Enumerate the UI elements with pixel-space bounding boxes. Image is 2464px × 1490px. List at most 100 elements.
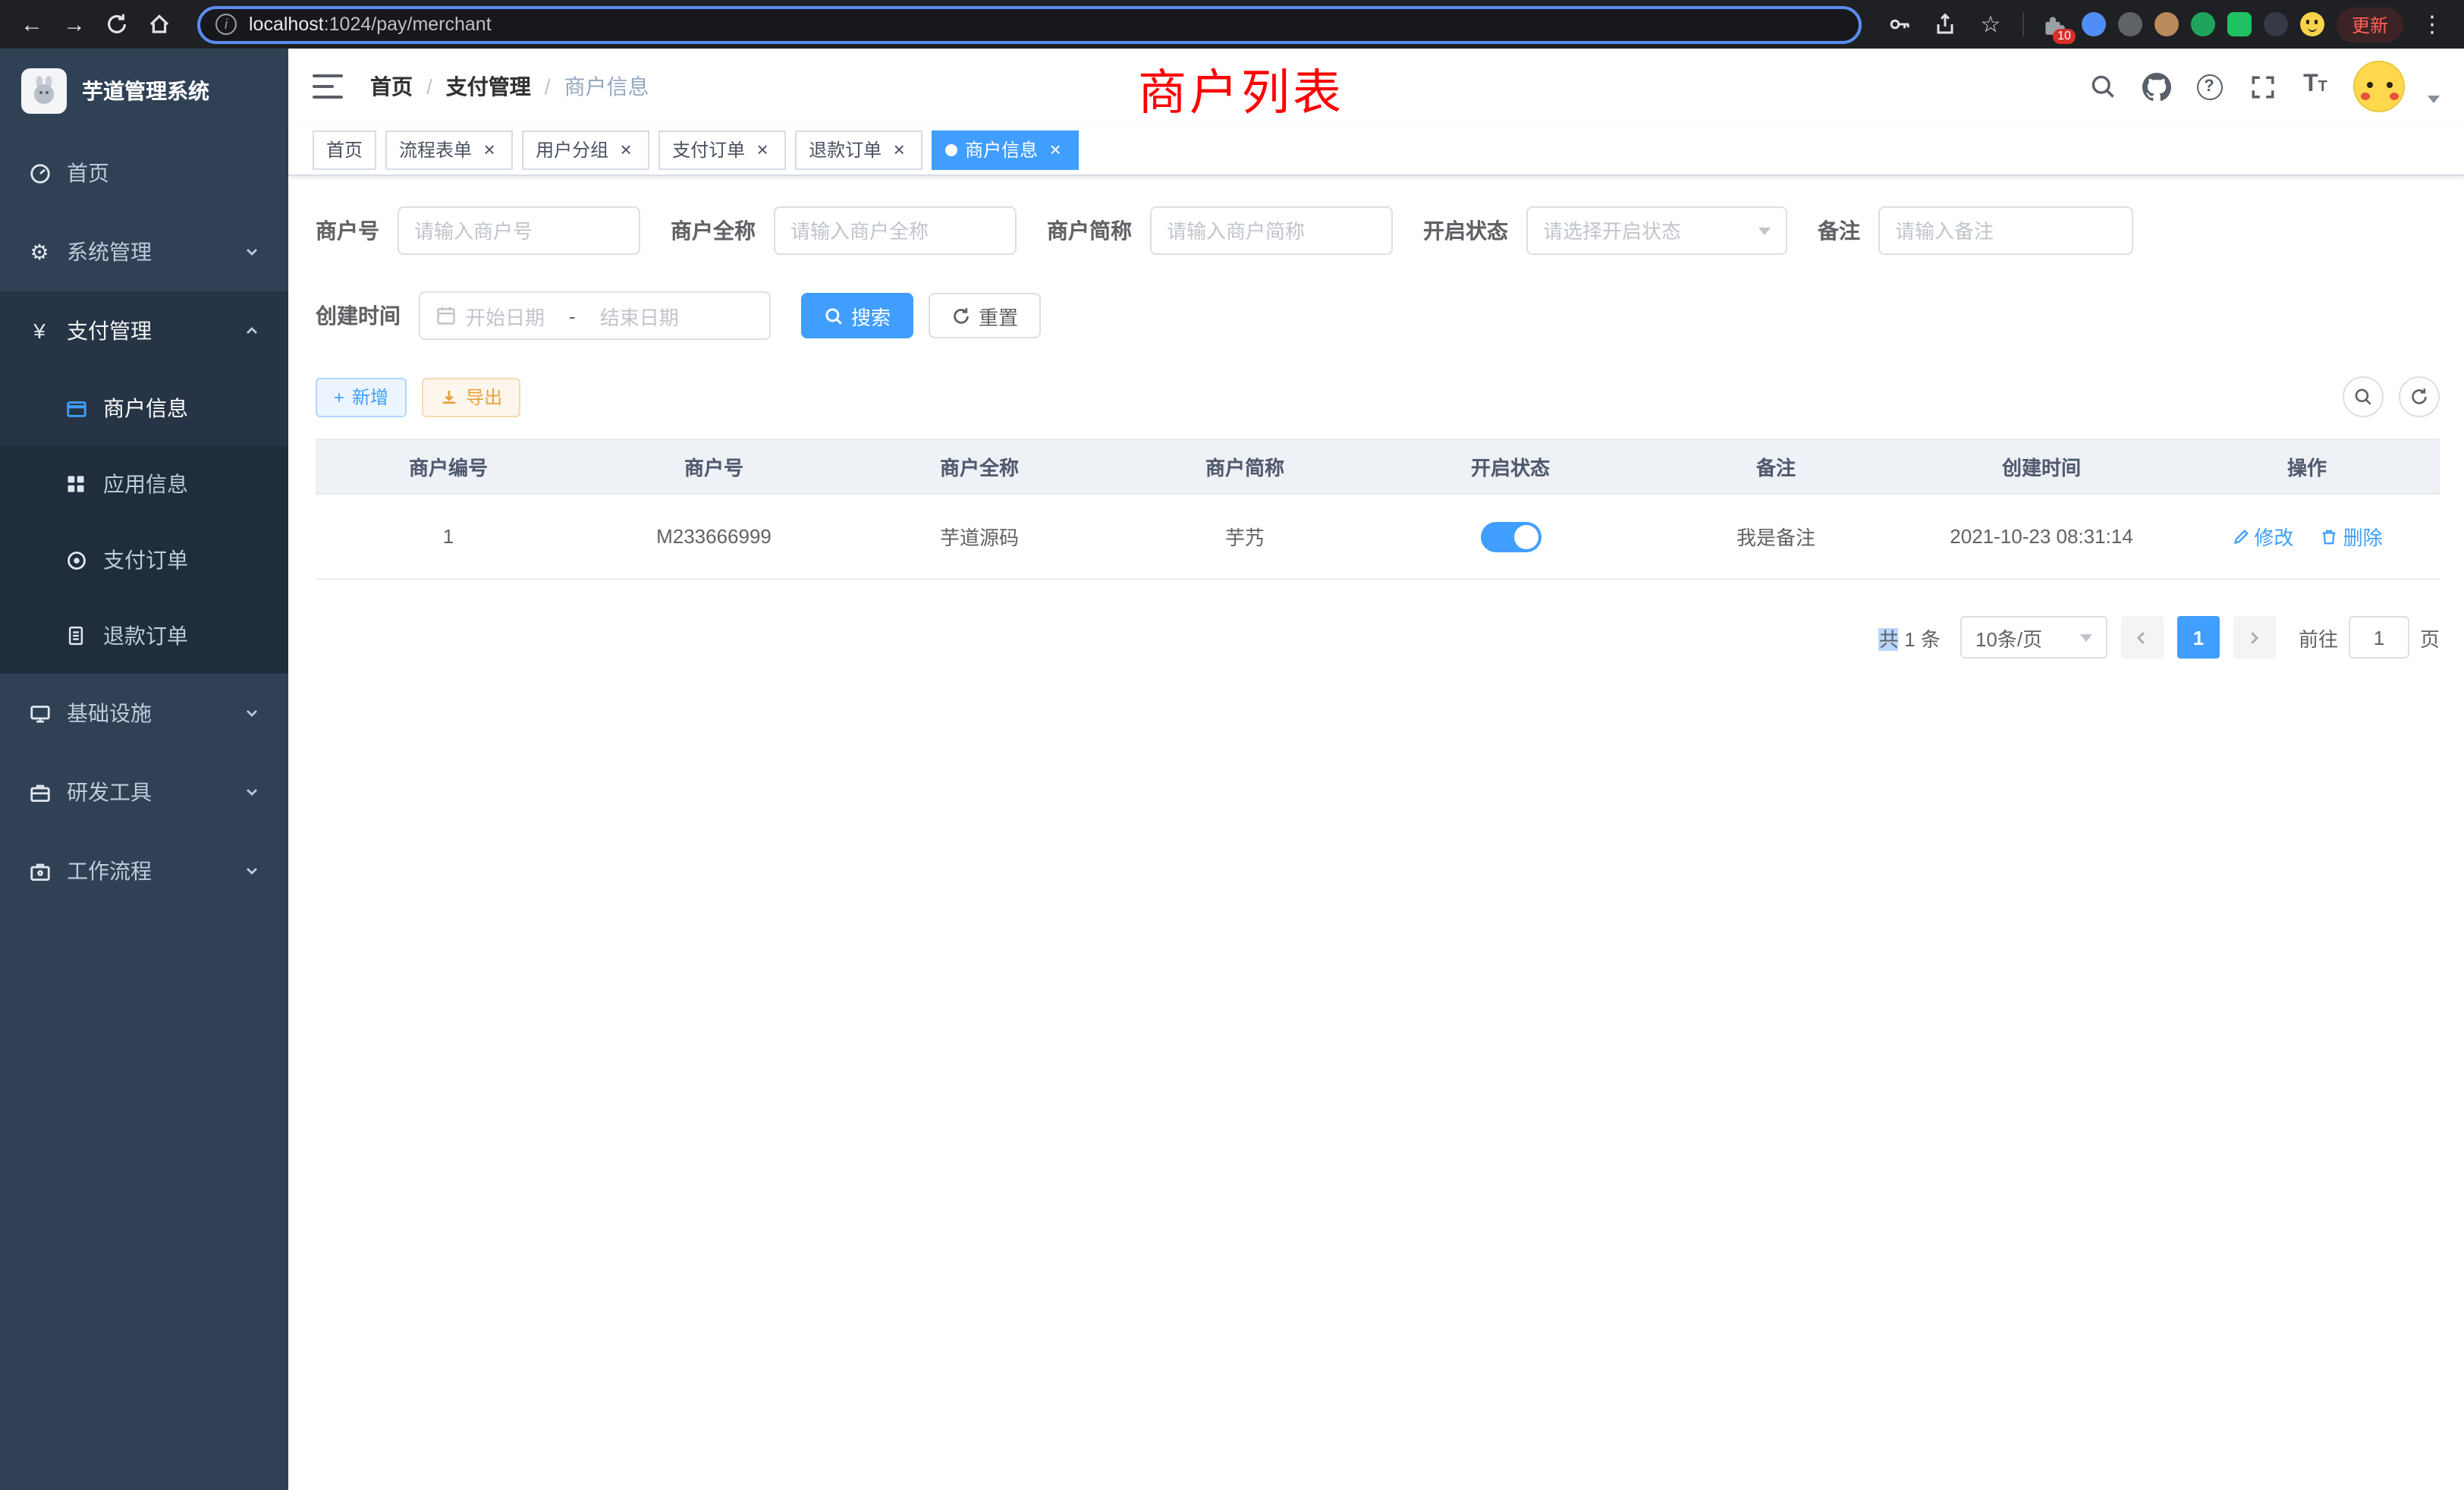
tag-tabbar: 首页 流程表单× 用户分组× 支付订单× 退款订单× 商户信息×	[288, 124, 2464, 176]
sidebar-item-system[interactable]: ⚙ 系统管理	[0, 212, 288, 291]
font-size-icon[interactable]: TT	[2300, 71, 2330, 102]
close-icon[interactable]: ×	[616, 140, 636, 159]
reset-button[interactable]: 重置	[929, 293, 1041, 338]
cell-status	[1378, 494, 1643, 579]
sidebar-item-dev-tools[interactable]: 研发工具	[0, 753, 288, 831]
merchant-short-input-field[interactable]	[1167, 219, 1376, 242]
target-icon	[64, 549, 88, 571]
status-toggle[interactable]	[1480, 521, 1541, 552]
cell-short-name: 芋艿	[1112, 494, 1378, 579]
sidebar-item-refund-order[interactable]: 退款订单	[0, 598, 288, 674]
next-page-button[interactable]	[2233, 616, 2276, 659]
filter-create-time: 创建时间 开始日期 - 结束日期	[316, 291, 771, 340]
merchant-no-input-field[interactable]	[414, 219, 624, 242]
url-text: localhost:1024/pay/merchant	[249, 14, 492, 35]
tab-user-group[interactable]: 用户分组×	[522, 130, 649, 169]
browser-menu-icon[interactable]: ⋮	[2415, 8, 2449, 41]
show-search-toggle-icon[interactable]	[2343, 376, 2384, 417]
app-logo[interactable]: 芋道管理系统	[0, 49, 288, 134]
goto-page-input[interactable]	[2349, 616, 2409, 659]
pagination: 共 1 条 10条/页 1 前往 页	[316, 616, 2440, 659]
extensions-puzzle-icon[interactable]: 10	[2039, 9, 2070, 39]
extension-icon[interactable]	[2191, 12, 2215, 36]
sidebar-item-app-info[interactable]: 应用信息	[0, 446, 288, 522]
sidebar-item-label: 工作流程	[67, 856, 152, 886]
filter-row-2: 创建时间 开始日期 - 结束日期 搜索	[316, 291, 2440, 340]
tab-process-form[interactable]: 流程表单×	[385, 130, 513, 169]
merchant-no-input[interactable]	[398, 206, 640, 255]
remark-input-field[interactable]	[1895, 219, 2117, 242]
remark-input[interactable]	[1878, 206, 2133, 255]
github-icon[interactable]	[2141, 71, 2171, 102]
fullscreen-icon[interactable]	[2247, 71, 2277, 102]
sidebar-item-label: 退款订单	[103, 621, 188, 651]
page-number-button[interactable]: 1	[2177, 616, 2220, 659]
monitor-icon	[27, 702, 52, 725]
chevron-down-icon	[243, 704, 261, 722]
tab-refund-order[interactable]: 退款订单×	[795, 130, 922, 169]
back-icon[interactable]: ←	[15, 8, 49, 41]
password-key-icon[interactable]	[1883, 8, 1916, 41]
close-icon[interactable]: ×	[889, 140, 909, 159]
table-header-row: 商户编号 商户号 商户全称 商户简称 开启状态 备注 创建时间 操作	[316, 439, 2440, 494]
bookmark-star-icon[interactable]: ☆	[1974, 8, 2007, 41]
browser-update-button[interactable]: 更新	[2337, 7, 2403, 42]
refresh-table-icon[interactable]	[2399, 376, 2440, 417]
avatar-dropdown-icon[interactable]	[2428, 96, 2440, 103]
tab-home[interactable]: 首页	[313, 130, 376, 169]
merchant-name-input[interactable]	[774, 206, 1017, 255]
date-range-picker[interactable]: 开始日期 - 结束日期	[419, 291, 771, 340]
date-end-placeholder: 结束日期	[600, 301, 679, 330]
extension-icon[interactable]	[2082, 12, 2106, 36]
sidebar-item-merchant-info[interactable]: 商户信息	[0, 370, 288, 446]
edit-button[interactable]: 修改	[2231, 522, 2293, 551]
col-full-name: 商户全称	[847, 439, 1112, 494]
tab-pay-order[interactable]: 支付订单×	[658, 130, 786, 169]
status-select[interactable]	[1526, 206, 1787, 255]
dashboard-icon	[27, 162, 52, 184]
extension-icon[interactable]	[2227, 12, 2252, 36]
add-button[interactable]: + 新增	[316, 377, 407, 417]
page-size-select[interactable]: 10条/页	[1960, 616, 2107, 659]
sidebar-item-payment[interactable]: ¥ 支付管理	[0, 291, 288, 370]
search-button[interactable]: 搜索	[801, 293, 913, 338]
site-info-icon[interactable]: i	[215, 14, 237, 35]
logo-avatar	[21, 68, 67, 114]
prev-page-button[interactable]	[2121, 616, 2164, 659]
search-icon[interactable]	[2088, 71, 2118, 102]
tab-merchant-info[interactable]: 商户信息×	[932, 130, 1079, 169]
address-bar[interactable]: i localhost:1024/pay/merchant	[197, 5, 1862, 43]
share-icon[interactable]	[1928, 8, 1962, 41]
extension-icon[interactable]	[2154, 12, 2179, 36]
cell-merchant-no: M233666999	[581, 494, 847, 579]
help-icon[interactable]: ?	[2194, 71, 2224, 102]
breadcrumb-payment[interactable]: 支付管理	[446, 71, 531, 102]
active-dot	[945, 143, 957, 156]
date-start-placeholder: 开始日期	[466, 301, 545, 330]
col-create-time: 创建时间	[1909, 439, 2174, 494]
forward-icon[interactable]: →	[58, 8, 91, 41]
merchant-short-input[interactable]	[1150, 206, 1393, 255]
extension-icon[interactable]	[2118, 12, 2142, 36]
user-avatar[interactable]	[2353, 61, 2405, 112]
home-icon[interactable]	[143, 8, 176, 41]
cell-remark: 我是备注	[1643, 494, 1909, 579]
status-select-field[interactable]	[1543, 219, 1749, 242]
sidebar-item-label: 应用信息	[103, 469, 188, 499]
close-icon[interactable]: ×	[479, 140, 499, 159]
extension-icon[interactable]	[2264, 12, 2288, 36]
merchant-name-input-field[interactable]	[790, 219, 1000, 242]
delete-button[interactable]: 删除	[2321, 522, 2383, 551]
reload-icon[interactable]	[100, 8, 134, 41]
sidebar-item-workflow[interactable]: 工作流程	[0, 831, 288, 910]
profile-avatar-icon[interactable]	[2300, 12, 2324, 36]
sidebar-item-infrastructure[interactable]: 基础设施	[0, 674, 288, 753]
sidebar-toggle-icon[interactable]	[313, 74, 343, 99]
filter-merchant-no: 商户号	[316, 206, 640, 255]
close-icon[interactable]: ×	[753, 140, 772, 159]
breadcrumb-home[interactable]: 首页	[370, 71, 413, 102]
sidebar-item-pay-order[interactable]: 支付订单	[0, 522, 288, 598]
close-icon[interactable]: ×	[1045, 140, 1065, 159]
sidebar-item-home[interactable]: 首页	[0, 134, 288, 212]
export-button[interactable]: 导出	[422, 377, 520, 417]
